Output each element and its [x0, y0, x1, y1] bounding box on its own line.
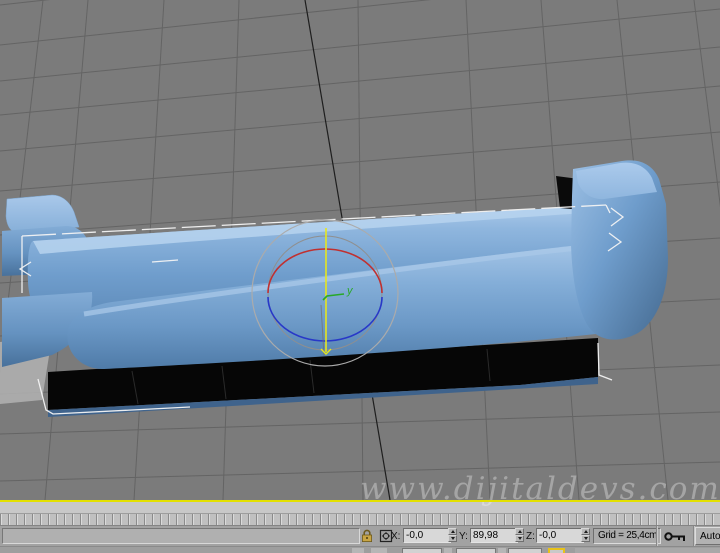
divider: [656, 526, 658, 546]
triangle-down-icon: [517, 537, 522, 540]
auto-key-label: Auto: [700, 530, 720, 542]
triangle-down-icon: [583, 537, 588, 540]
app-window: { "viewport": { "watermark": "www.dijita…: [0, 0, 720, 553]
z-coordinate-label: Z:: [526, 531, 535, 542]
y-coordinate-label: Y:: [459, 531, 468, 542]
bottom-panel: X: Y: Z: Grid = 25,4cm: [0, 500, 720, 553]
spinner-stub[interactable]: [444, 548, 452, 553]
spinner-stub[interactable]: [498, 548, 506, 553]
prompt-line[interactable]: [2, 528, 360, 544]
z-spinner[interactable]: [581, 528, 590, 543]
set-key-button[interactable]: [659, 527, 692, 545]
field-stub[interactable]: [402, 548, 442, 553]
z-coordinate-input[interactable]: [536, 528, 584, 543]
button-stub[interactable]: [352, 548, 364, 553]
x-spinner-up[interactable]: [448, 528, 457, 535]
divider: [693, 526, 695, 546]
x-coordinate-label: X:: [391, 531, 401, 542]
timeline-ruler[interactable]: [0, 514, 720, 526]
active-viewport-border: [0, 500, 720, 502]
padlock-icon: [361, 529, 372, 542]
key-icon: [663, 531, 685, 541]
track-bar[interactable]: [0, 502, 720, 514]
button-stub[interactable]: [371, 548, 387, 553]
y-coordinate-input[interactable]: [470, 528, 518, 543]
z-spinner-down[interactable]: [581, 535, 590, 542]
highlighted-key-button-stub[interactable]: [548, 548, 565, 553]
triangle-up-icon: [583, 530, 588, 533]
viewport-canvas: y: [0, 0, 720, 500]
triangle-up-icon: [517, 530, 522, 533]
field-stub[interactable]: [508, 548, 542, 553]
field-stub[interactable]: [456, 548, 496, 553]
status-bar: X: Y: Z: Grid = 25,4cm: [0, 526, 720, 546]
grid-size-display: Grid = 25,4cm: [593, 528, 661, 544]
x-spinner-down[interactable]: [448, 535, 457, 542]
y-spinner[interactable]: [515, 528, 524, 543]
triangle-up-icon: [450, 530, 455, 533]
auto-key-button[interactable]: Auto: [695, 527, 720, 545]
x-spinner[interactable]: [448, 528, 457, 543]
perspective-viewport[interactable]: y: [0, 0, 720, 500]
panel-stub: [575, 548, 720, 553]
y-spinner-up[interactable]: [515, 528, 524, 535]
x-coordinate-input[interactable]: [403, 528, 451, 543]
y-spinner-down[interactable]: [515, 535, 524, 542]
selection-lock-button[interactable]: [359, 528, 375, 544]
triangle-down-icon: [450, 537, 455, 540]
z-spinner-up[interactable]: [581, 528, 590, 535]
